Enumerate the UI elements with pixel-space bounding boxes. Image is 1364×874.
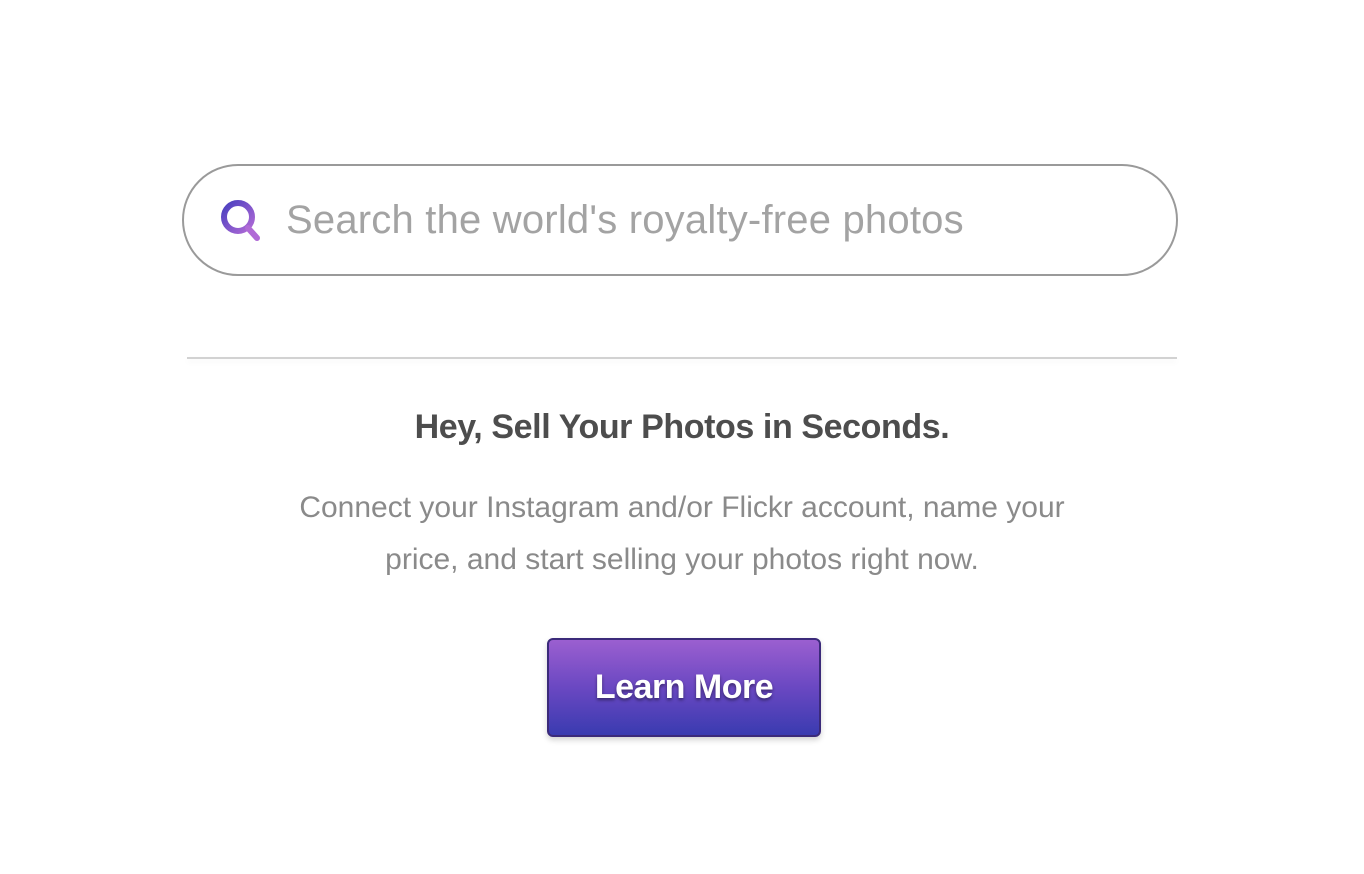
search-input[interactable] (286, 192, 1146, 248)
promo-description: Connect your Instagram and/or Flickr acc… (299, 491, 1065, 576)
search-bar[interactable] (182, 164, 1178, 276)
learn-more-button[interactable]: Learn More (547, 638, 821, 737)
search-icon[interactable] (218, 198, 264, 244)
divider (187, 357, 1177, 359)
promo-headline: Hey, Sell Your Photos in Seconds. (414, 408, 950, 446)
page: Hey, Sell Your Photos in Seconds. Connec… (0, 0, 1364, 874)
